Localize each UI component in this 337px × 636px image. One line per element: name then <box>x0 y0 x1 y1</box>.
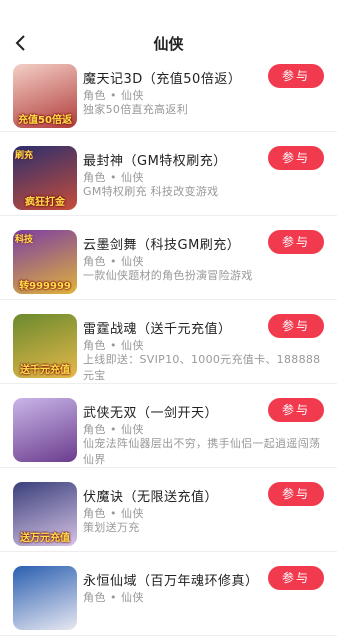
game-name: 最封神（GM特权刷充） <box>83 154 227 169</box>
join-button[interactable]: 参与 <box>268 566 324 590</box>
thumbnail-tag: 刷充 <box>15 151 34 161</box>
game-name: 雷霆战魂（送千元充值） <box>83 322 232 337</box>
game-list-item[interactable]: 充值50倍返 魔天记3D（充值50倍返） 角色 • 仙侠 独家50倍直充高返利 … <box>0 62 337 132</box>
join-button[interactable]: 参与 <box>268 482 324 506</box>
game-tags: 角色 • 仙侠 <box>83 339 144 352</box>
game-thumbnail[interactable]: 科技 转999999 <box>13 230 77 294</box>
game-list-item[interactable]: 刷充 疯狂打金 最封神（GM特权刷充） 角色 • 仙侠 GM特权刷充 科技改变游… <box>0 132 337 216</box>
game-name: 魔天记3D（充值50倍返） <box>83 72 242 87</box>
game-description: GM特权刷充 科技改变游戏 <box>83 185 219 198</box>
join-button[interactable]: 参与 <box>268 398 324 422</box>
game-thumbnail[interactable] <box>13 398 77 462</box>
game-description: 仙宠法阵仙器层出不穷，携手仙侣一起逍遥闯荡仙界 <box>83 437 321 466</box>
game-tags: 角色 • 仙侠 <box>83 423 144 436</box>
game-name: 武侠无双（一剑开天） <box>83 406 219 421</box>
game-name: 伏魔诀（无限送充值） <box>83 490 219 505</box>
game-name: 云墨剑舞（科技GM刷充） <box>83 238 241 253</box>
thumbnail-badge: 送万元充值 <box>20 533 70 544</box>
join-button[interactable]: 参与 <box>268 230 324 254</box>
game-tags: 角色 • 仙侠 <box>83 591 144 604</box>
game-thumbnail[interactable] <box>13 566 77 630</box>
game-description: 策划送万充 <box>83 521 140 534</box>
game-thumbnail[interactable]: 充值50倍返 <box>13 64 77 128</box>
game-thumbnail[interactable]: 送万元充值 <box>13 482 77 546</box>
game-list-item[interactable]: 科技 转999999 云墨剑舞（科技GM刷充） 角色 • 仙侠 一款仙侠题材的角… <box>0 216 337 300</box>
game-list: 充值50倍返 魔天记3D（充值50倍返） 角色 • 仙侠 独家50倍直充高返利 … <box>0 62 337 636</box>
thumbnail-badge <box>13 447 77 462</box>
game-list-item[interactable]: 永恒仙域（百万年魂环修真） 角色 • 仙侠 参与 <box>0 552 337 636</box>
game-description: 独家50倍直充高返利 <box>83 103 188 116</box>
game-description: 一款仙侠题材的角色扮演冒险游戏 <box>83 269 253 282</box>
game-list-item[interactable]: 送万元充值 伏魔诀（无限送充值） 角色 • 仙侠 策划送万充 参与 <box>0 468 337 552</box>
game-tags: 角色 • 仙侠 <box>83 255 144 268</box>
thumbnail-badge: 疯狂打金 <box>25 197 65 208</box>
game-thumbnail[interactable]: 送千元充值 <box>13 314 77 378</box>
game-list-item[interactable]: 武侠无双（一剑开天） 角色 • 仙侠 仙宠法阵仙器层出不穷，携手仙侣一起逍遥闯荡… <box>0 384 337 468</box>
game-list-item[interactable]: 送千元充值 雷霆战魂（送千元充值） 角色 • 仙侠 上线即送：SVIP10、10… <box>0 300 337 384</box>
page-title: 仙侠 <box>153 35 184 53</box>
thumbnail-badge <box>13 615 77 630</box>
game-thumbnail[interactable]: 刷充 疯狂打金 <box>13 146 77 210</box>
game-tags: 角色 • 仙侠 <box>83 507 144 520</box>
join-button[interactable]: 参与 <box>268 314 324 338</box>
game-description: 上线即送：SVIP10、1000元充值卡、188888元宝 <box>83 353 321 382</box>
thumbnail-badge: 转999999 <box>19 281 71 292</box>
join-button[interactable]: 参与 <box>268 146 324 170</box>
header: 仙侠 <box>0 0 337 62</box>
thumbnail-badge: 充值50倍返 <box>18 115 72 126</box>
thumbnail-tag: 科技 <box>15 235 34 245</box>
thumbnail-badge: 送千元充值 <box>20 365 70 376</box>
join-button[interactable]: 参与 <box>268 64 324 88</box>
game-name: 永恒仙域（百万年魂环修真） <box>83 574 259 589</box>
game-tags: 角色 • 仙侠 <box>83 171 144 184</box>
game-tags: 角色 • 仙侠 <box>83 89 144 102</box>
